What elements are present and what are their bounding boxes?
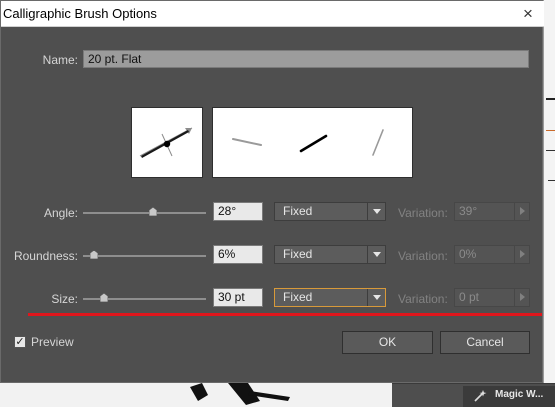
angle-slider-track[interactable] [83, 212, 206, 214]
chevron-down-icon [367, 289, 385, 306]
angle-variation-value: 39° [459, 204, 478, 218]
title-bar: Calligraphic Brush Options × [1, 1, 544, 27]
magic-wand-panel-tab[interactable]: Magic W... [463, 386, 555, 407]
size-mode-dropdown[interactable]: Fixed [274, 288, 386, 307]
brush-stroke-preview-icon [232, 129, 384, 156]
name-label: Name: [42, 53, 78, 67]
size-variation-label: Variation: [398, 292, 448, 306]
close-icon[interactable]: × [518, 4, 538, 24]
roundness-mode-dropdown[interactable]: Fixed [274, 245, 386, 264]
name-field[interactable]: 20 pt. Flat [83, 50, 529, 68]
red-annotation-line [28, 313, 542, 316]
roundness-slider-track[interactable] [83, 255, 206, 257]
angle-mode-value: Fixed [283, 204, 313, 218]
background-mark [546, 130, 555, 131]
roundness-mode-value: Fixed [283, 247, 313, 261]
calligraphic-brush-options-dialog: Calligraphic Brush Options × Name: 20 pt… [0, 0, 544, 383]
brush-shape-preview-icon [139, 127, 193, 158]
size-variation-value: 0 pt [459, 290, 480, 304]
chevron-down-icon [367, 203, 385, 220]
panel-tab-label: Magic W... [495, 389, 544, 400]
background-mark [546, 150, 555, 151]
roundness-variation-field: 0% [454, 245, 530, 264]
magic-wand-icon [474, 390, 487, 402]
size-field[interactable]: 30 pt [213, 288, 263, 307]
background-mark [546, 98, 555, 100]
angle-label: Angle: [43, 206, 78, 220]
cancel-button[interactable]: Cancel [440, 331, 530, 354]
triangle-right-icon [514, 246, 529, 263]
angle-mode-dropdown[interactable]: Fixed [274, 202, 386, 221]
ok-button[interactable]: OK [342, 331, 433, 354]
roundness-slider-thumb[interactable] [90, 250, 98, 259]
roundness-label: Roundness: [13, 249, 78, 263]
triangle-right-icon [514, 289, 529, 306]
background-mark [548, 180, 555, 181]
brush-stroke-preview [212, 107, 413, 178]
roundness-variation-value: 0% [459, 247, 477, 261]
angle-slider-thumb[interactable] [149, 207, 157, 216]
dialog-title: Calligraphic Brush Options [3, 6, 157, 21]
size-mode-value: Fixed [283, 290, 313, 304]
angle-roundness-preview[interactable] [131, 107, 203, 178]
size-label: Size: [51, 292, 78, 306]
background-app-edge [543, 0, 555, 407]
size-variation-field: 0 pt [454, 288, 530, 307]
angle-variation-field: 39° [454, 202, 530, 221]
screen: Magic W... Calligraphic Brush Options × … [0, 0, 555, 407]
angle-variation-label: Variation: [398, 206, 448, 220]
roundness-variation-label: Variation: [398, 249, 448, 263]
chevron-down-icon [367, 246, 385, 263]
size-slider-thumb[interactable] [100, 293, 108, 302]
angle-field[interactable]: 28° [213, 202, 263, 221]
preview-checkbox[interactable]: ✓ [14, 336, 26, 348]
roundness-field[interactable]: 6% [213, 245, 263, 264]
preview-label[interactable]: Preview [31, 335, 74, 349]
triangle-right-icon [514, 203, 529, 220]
